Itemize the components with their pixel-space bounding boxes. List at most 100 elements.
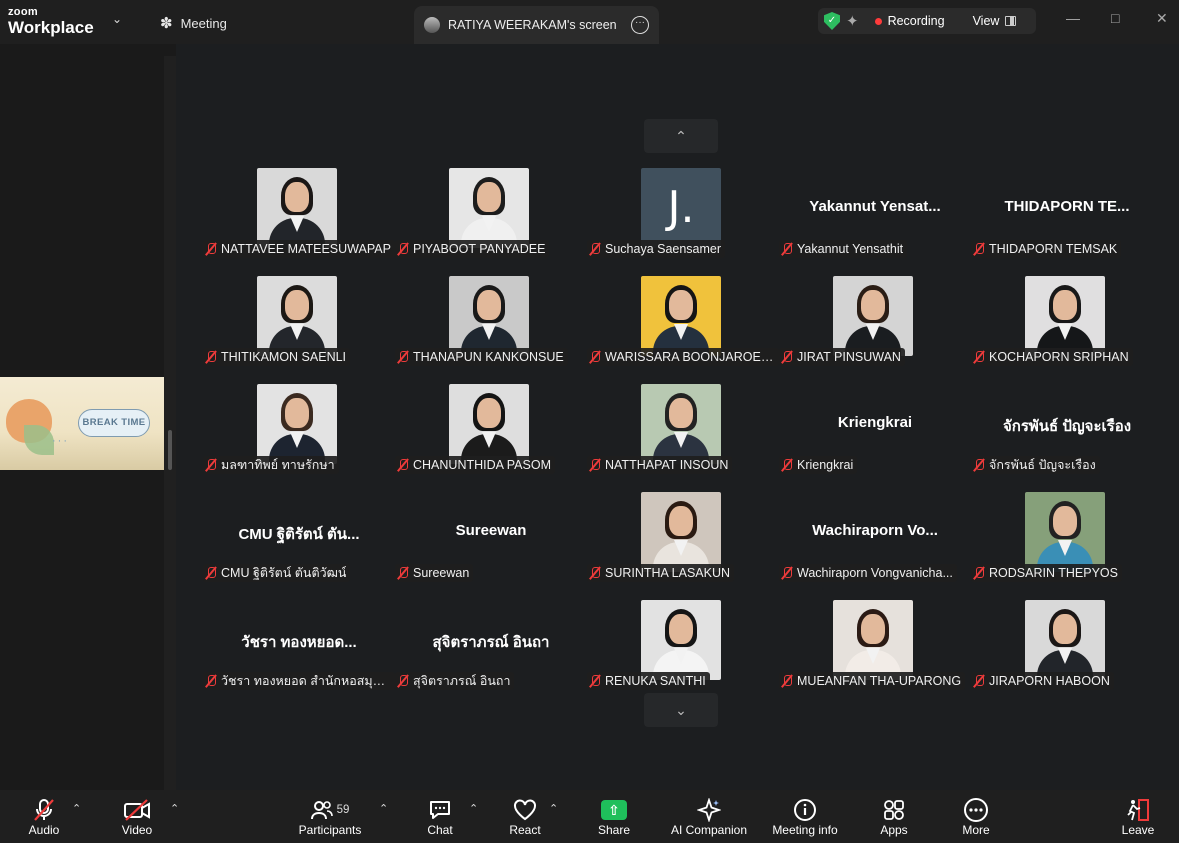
mic-muted-icon bbox=[589, 566, 601, 580]
maximize-icon[interactable]: □ bbox=[1111, 10, 1119, 26]
mic-muted-icon bbox=[973, 566, 985, 580]
participant-tile[interactable]: MUEANFAN THA-UPARONG bbox=[779, 600, 971, 702]
participant-name: THITIKAMON SAENLI bbox=[221, 350, 347, 364]
participant-tile[interactable]: SURINTHA LASAKUN bbox=[587, 492, 779, 594]
participant-name: วัชรา ทองหยอด สำนักหอสมุด ... bbox=[221, 674, 391, 688]
ai-sparkle-icon[interactable]: ✦ bbox=[846, 12, 859, 30]
tab-shared-screen[interactable]: RATIYA WEERAKAM's screen ··· bbox=[414, 6, 659, 44]
video-options-chevron-icon[interactable]: ⌃ bbox=[170, 802, 179, 815]
participants-options-chevron-icon[interactable]: ⌃ bbox=[379, 802, 388, 815]
audio-button[interactable]: Audio bbox=[22, 790, 66, 843]
participant-display-name: วัชรา ทองหยอด... bbox=[241, 634, 357, 651]
participant-video-photo bbox=[1025, 492, 1105, 572]
shield-check-icon[interactable]: ✓ bbox=[824, 12, 840, 30]
participant-tile[interactable]: Wachiraporn Vo... Wachiraporn Vongvanicha… bbox=[779, 492, 971, 594]
chat-options-chevron-icon[interactable]: ⌃ bbox=[469, 802, 478, 815]
mic-muted-icon bbox=[205, 350, 217, 364]
participant-tile[interactable]: NATTHAPAT INSOUN bbox=[587, 384, 779, 486]
meeting-toolbar: Audio ⌃ Video ⌃ 59 Participants ⌃ Chat ⌃ bbox=[0, 790, 1179, 843]
participant-tile[interactable]: RENUKA SANTHI bbox=[587, 600, 779, 702]
page-up-button[interactable]: ⌃ bbox=[644, 119, 718, 153]
participant-name: CHANUNTHIDA PASOM bbox=[413, 458, 551, 472]
participant-video-photo bbox=[833, 600, 913, 680]
participant-name-label: NATTAVEE MATEESUWAPAP bbox=[203, 240, 395, 258]
participants-icon-wrap: 59 bbox=[298, 790, 362, 822]
participant-name-label: Suchaya Saensamer bbox=[587, 240, 726, 258]
share-label: Share bbox=[597, 823, 631, 837]
mic-muted-icon bbox=[589, 242, 601, 256]
participant-video-photo bbox=[1025, 600, 1105, 680]
share-button[interactable]: ⇧ Share bbox=[594, 790, 634, 843]
participant-tile[interactable]: PIYABOOT PANYADEE bbox=[395, 168, 587, 270]
participant-tile[interactable]: จักรพันธ์ ปัญจะเรือง จักรพันธ์ ปัญจะเรือง bbox=[971, 384, 1163, 486]
resize-handle[interactable] bbox=[168, 430, 172, 470]
participant-name: RENUKA SANTHI bbox=[605, 674, 706, 688]
react-label: React bbox=[509, 823, 541, 837]
zoom-workplace-logo[interactable]: zoom Workplace bbox=[8, 7, 94, 37]
participant-display-name: THIDAPORN TE... bbox=[1004, 198, 1130, 215]
participant-tile[interactable]: NATTAVEE MATEESUWAPAP bbox=[203, 168, 395, 270]
participant-name-label: Kriengkrai bbox=[779, 456, 858, 474]
mic-muted-icon bbox=[781, 674, 793, 688]
participant-tile[interactable]: THANAPUN KANKONSUE bbox=[395, 276, 587, 378]
mic-muted-icon bbox=[973, 458, 985, 472]
participant-video-photo bbox=[641, 384, 721, 464]
ai-companion-label: AI Companion bbox=[670, 823, 748, 837]
participant-tile[interactable]: Kriengkrai Kriengkrai bbox=[779, 384, 971, 486]
participant-tile[interactable]: THITIKAMON SAENLI bbox=[203, 276, 395, 378]
participant-tile[interactable]: CMU ฐิติรัตน์ ตัน... CMU ฐิติรัตน์ ตันติว… bbox=[203, 492, 395, 594]
view-button[interactable]: View bbox=[973, 14, 1017, 28]
chat-icon bbox=[420, 790, 460, 822]
chevron-down-icon[interactable]: ⌄ bbox=[112, 12, 122, 26]
participant-display-name: จักรพันธ์ ปัญจะเรือง bbox=[1002, 418, 1132, 435]
title-bar: zoom Workplace ⌄ ✽ Meeting RATIYA WEERAK… bbox=[0, 0, 1179, 44]
participant-tile[interactable]: วัชรา ทองหยอด... วัชรา ทองหยอด สำนักหอสมุ… bbox=[203, 600, 395, 702]
audio-options-chevron-icon[interactable]: ⌃ bbox=[72, 802, 81, 815]
shared-screen-thumbnail[interactable]: BREAK TIME ··· bbox=[0, 377, 164, 470]
participant-tile[interactable]: KOCHAPORN SRIPHAN bbox=[971, 276, 1163, 378]
chat-button[interactable]: Chat bbox=[420, 790, 460, 843]
view-label: View bbox=[972, 14, 1000, 28]
ai-companion-button[interactable]: AI Companion bbox=[668, 790, 750, 843]
participant-tile[interactable]: RODSARIN THEPYOS bbox=[971, 492, 1163, 594]
participant-tile[interactable]: THIDAPORN TE... THIDAPORN TEMSAK bbox=[971, 168, 1163, 270]
react-options-chevron-icon[interactable]: ⌃ bbox=[549, 802, 558, 815]
meeting-info-button[interactable]: Meeting info bbox=[768, 790, 842, 843]
participant-name-label: Sureewan bbox=[395, 564, 474, 582]
meeting-status-pill: ✓ ✦ Recording View bbox=[818, 8, 1036, 34]
more-options-icon[interactable]: ··· bbox=[631, 16, 649, 34]
participant-tile[interactable]: สุจิตราภรณ์ อินถา สุจิตราภรณ์ อินถา bbox=[395, 600, 587, 702]
participant-tile[interactable]: Yakannut Yensat... Yakannut Yensathit bbox=[779, 168, 971, 270]
participant-display-name: Sureewan bbox=[455, 522, 527, 539]
more-button[interactable]: More bbox=[956, 790, 996, 843]
react-button[interactable]: React bbox=[506, 790, 544, 843]
recording-label[interactable]: Recording bbox=[888, 14, 945, 28]
close-icon[interactable]: ✕ bbox=[1156, 10, 1168, 27]
participants-label: Participants bbox=[298, 823, 362, 837]
participant-name: WARISSARA BOONJAROEN... bbox=[605, 350, 775, 364]
participant-tile[interactable]: JIRAPORN HABOON bbox=[971, 600, 1163, 702]
apps-button[interactable]: Apps bbox=[874, 790, 914, 843]
participant-tile[interactable]: CHANUNTHIDA PASOM bbox=[395, 384, 587, 486]
participant-name-label: วัชรา ทองหยอด สำนักหอสมุด ... bbox=[203, 672, 395, 690]
participant-name-label: มลฑาทิพย์ ทาษรักษา bbox=[203, 456, 339, 474]
participants-button[interactable]: 59 Participants bbox=[298, 790, 362, 843]
participant-tile[interactable]: Sureewan Sureewan bbox=[395, 492, 587, 594]
apps-icon bbox=[874, 790, 914, 822]
participant-name-label: THITIKAMON SAENLI bbox=[203, 348, 351, 366]
mic-muted-icon bbox=[22, 790, 66, 822]
meeting-info-label: Meeting info bbox=[772, 823, 838, 837]
participant-display-name: Wachiraporn Vo... bbox=[812, 522, 938, 539]
participant-tile[interactable]: WARISSARA BOONJAROEN... bbox=[587, 276, 779, 378]
minimize-icon[interactable]: — bbox=[1066, 10, 1080, 26]
tab-meeting[interactable]: ✽ Meeting bbox=[160, 12, 227, 34]
participant-tile[interactable]: มลฑาทิพย์ ทาษรักษา bbox=[203, 384, 395, 486]
participant-video-photo bbox=[257, 168, 337, 248]
participant-tile[interactable]: JIRAT PINSUWAN bbox=[779, 276, 971, 378]
leave-button[interactable]: Leave bbox=[1120, 790, 1156, 843]
participant-tile[interactable]: J. Suchaya Saensamer bbox=[587, 168, 779, 270]
participant-name-label: WARISSARA BOONJAROEN... bbox=[587, 348, 779, 366]
apps-label: Apps bbox=[880, 823, 908, 837]
video-button[interactable]: Video bbox=[114, 790, 160, 843]
participant-name-label: จักรพันธ์ ปัญจะเรือง bbox=[971, 456, 1100, 474]
